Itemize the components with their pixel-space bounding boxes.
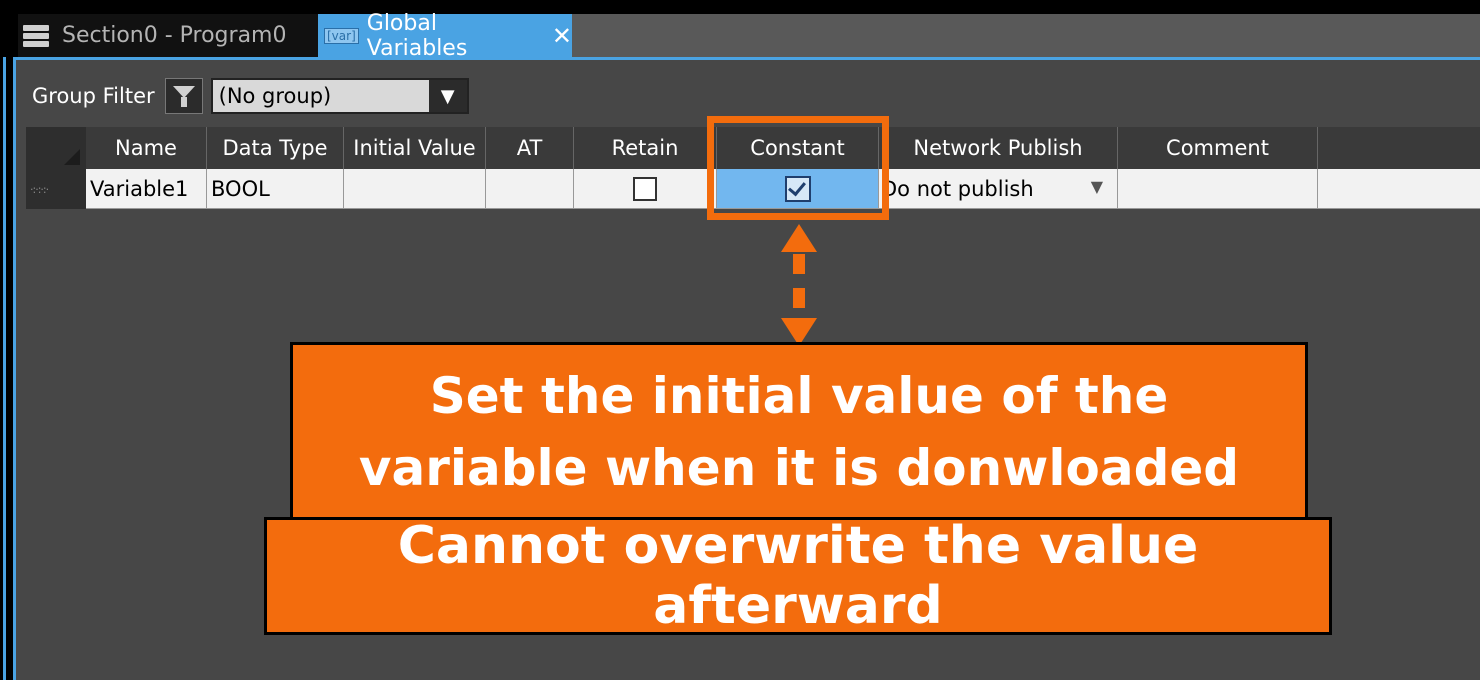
row-header[interactable]: ·:·:·:· bbox=[26, 169, 86, 209]
var-icon: [var] bbox=[324, 27, 359, 44]
callout-initial-value: Set the initial value of the variable wh… bbox=[290, 342, 1308, 522]
constant-highlight-box bbox=[707, 116, 889, 220]
column-header-data-type[interactable]: Data Type bbox=[207, 127, 344, 169]
callout-cannot-overwrite: Cannot overwrite the value afterward bbox=[264, 516, 1332, 636]
filter-icon bbox=[172, 86, 195, 107]
chevron-down-icon[interactable]: ▼ bbox=[1091, 177, 1103, 196]
network-publish-value: Do not publish bbox=[881, 176, 1034, 201]
close-icon[interactable]: ✕ bbox=[552, 24, 572, 48]
filter-button[interactable] bbox=[164, 78, 203, 114]
column-header-at[interactable]: AT bbox=[486, 127, 574, 169]
chevron-down-icon[interactable]: ▼ bbox=[428, 80, 467, 112]
column-header-network-publish[interactable]: Network Publish bbox=[879, 127, 1118, 169]
column-header-initial-value[interactable]: Initial Value bbox=[344, 127, 486, 169]
tab-global-variables[interactable]: [var] Global Variables ✕ bbox=[318, 11, 572, 61]
program-icon bbox=[20, 23, 56, 49]
cell-network-publish[interactable]: Do not publish ▼ bbox=[879, 169, 1118, 209]
cell-initial-value[interactable] bbox=[344, 169, 486, 209]
arrow-up-icon bbox=[781, 224, 817, 252]
column-header-filler bbox=[1318, 127, 1480, 169]
column-header-comment[interactable]: Comment bbox=[1118, 127, 1318, 169]
arrow-dash bbox=[793, 288, 805, 308]
column-header-name[interactable]: Name bbox=[86, 127, 207, 169]
cell-retain[interactable] bbox=[574, 169, 717, 209]
tab-strip-empty bbox=[572, 14, 1480, 57]
cell-comment[interactable] bbox=[1118, 169, 1318, 209]
tab-label: Global Variables bbox=[366, 10, 468, 61]
retain-checkbox[interactable] bbox=[633, 176, 657, 201]
tab-section0-program0[interactable]: Section0 - Program0 bbox=[18, 14, 318, 57]
cell-name[interactable]: Variable1 bbox=[86, 169, 207, 209]
group-select[interactable]: (No group) ▼ bbox=[210, 78, 469, 114]
tab-label: Section0 - Program0 bbox=[62, 23, 287, 48]
arrow-dash bbox=[793, 254, 805, 274]
left-border bbox=[0, 57, 13, 680]
tab-strip: Section0 - Program0 [var] Global Variabl… bbox=[0, 0, 1480, 61]
group-filter-row: Group Filter (No group) ▼ bbox=[32, 78, 469, 114]
cell-at[interactable] bbox=[486, 169, 574, 209]
group-select-value: (No group) bbox=[218, 84, 332, 108]
cell-filler bbox=[1318, 169, 1480, 209]
cell-data-type[interactable]: BOOL bbox=[207, 169, 344, 209]
column-header-retain[interactable]: Retain bbox=[574, 127, 717, 169]
group-filter-label: Group Filter bbox=[32, 84, 155, 108]
table-corner[interactable] bbox=[26, 127, 86, 169]
